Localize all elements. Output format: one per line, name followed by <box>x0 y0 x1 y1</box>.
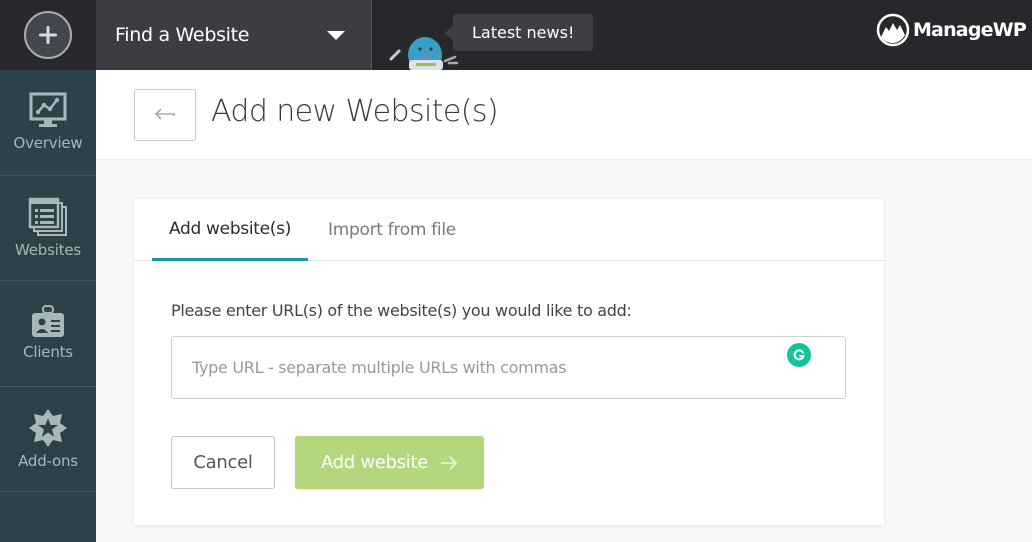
sidebar-item-label: Clients <box>23 343 73 362</box>
add-button[interactable] <box>24 11 72 59</box>
tab-label: Import from file <box>328 220 456 240</box>
star-badge-icon <box>29 408 67 447</box>
url-input[interactable] <box>171 336 846 399</box>
add-website-area <box>0 0 96 70</box>
page-header: Add new Website(s) <box>96 70 1032 160</box>
latest-news-tooltip[interactable]: Latest news! <box>444 14 594 51</box>
back-button[interactable] <box>134 89 196 141</box>
top-bar: Find a Website Latest news! ManageWP <box>0 0 1032 75</box>
tab-import-from-file[interactable]: Import from file <box>320 199 464 261</box>
caret-down-icon <box>327 31 345 40</box>
tab-add-websites[interactable]: Add website(s) <box>152 199 308 261</box>
stacked-list-icon <box>28 197 67 236</box>
find-website-dropdown[interactable]: Find a Website <box>96 0 371 70</box>
managewp-mountain-logo <box>876 13 910 47</box>
id-badge-icon <box>32 305 64 338</box>
sidebar-item-clients[interactable]: Clients <box>0 281 96 387</box>
url-prompt-label: Please enter URL(s) of the website(s) yo… <box>171 301 632 320</box>
cancel-button[interactable]: Cancel <box>171 436 275 489</box>
add-website-button[interactable]: Add website <box>295 436 484 489</box>
add-website-card: Add website(s) Import from file Please e… <box>134 199 884 525</box>
sidebar-item-overview[interactable]: Overview <box>0 70 96 176</box>
tab-bar: Add website(s) Import from file <box>134 199 884 261</box>
sidebar-item-label: Add-ons <box>18 451 78 470</box>
back-arrow-icon <box>154 108 175 120</box>
monitor-chart-icon <box>29 92 67 128</box>
sidebar-item-websites[interactable]: Websites <box>0 176 96 281</box>
plus-icon <box>39 26 57 44</box>
find-website-label: Find a Website <box>115 24 250 46</box>
sidebar-item-addons[interactable]: Add-ons <box>0 387 96 492</box>
add-website-label: Add website <box>320 452 428 473</box>
latest-news-label: Latest news! <box>472 23 575 42</box>
sidebar-item-label: Overview <box>13 134 83 153</box>
brand-logo[interactable]: ManageWP <box>876 13 1027 47</box>
sidebar: Overview Websites Clients Add-ons <box>0 70 96 542</box>
sidebar-item-label: Websites <box>14 240 81 259</box>
topbar-divider <box>371 0 372 75</box>
tab-label: Add website(s) <box>168 218 292 239</box>
grammarly-icon[interactable] <box>787 343 811 367</box>
page-title: Add new Website(s) <box>211 94 499 129</box>
brand-name: ManageWP <box>912 19 1027 41</box>
arrow-right-icon <box>441 455 458 470</box>
